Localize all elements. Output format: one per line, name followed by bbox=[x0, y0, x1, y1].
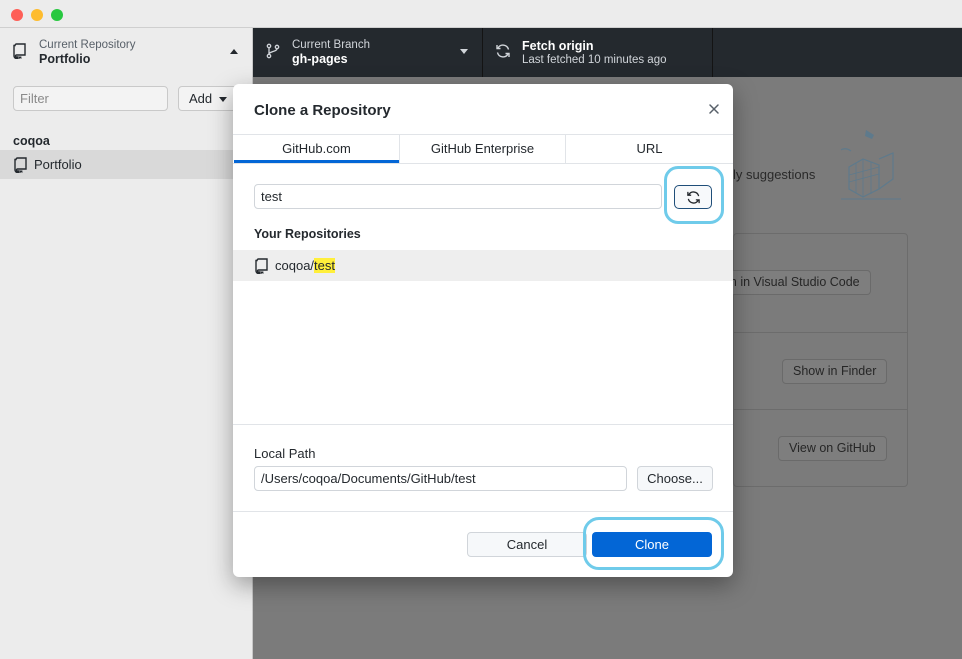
sidebar-item-portfolio[interactable]: Portfolio bbox=[0, 150, 252, 179]
zoom-window-button[interactable] bbox=[51, 9, 63, 21]
repository-full-name: coqoa/test bbox=[275, 258, 336, 273]
sidebar-item-label: Portfolio bbox=[34, 157, 82, 172]
dialog-title: Clone a Repository bbox=[254, 102, 391, 119]
chevron-up-icon bbox=[230, 49, 238, 54]
current-repository-name: Portfolio bbox=[39, 52, 91, 66]
current-branch-name: gh-pages bbox=[292, 52, 348, 66]
show-in-finder-button[interactable]: Show in Finder bbox=[782, 359, 888, 384]
add-button-label: Add bbox=[189, 91, 213, 106]
repository-name-match: test bbox=[314, 258, 336, 273]
repo-icon bbox=[14, 157, 27, 173]
current-branch-button[interactable]: Current Branch gh-pages bbox=[253, 28, 483, 77]
sidebar: Add coqoa Portfolio bbox=[0, 77, 253, 659]
your-repositories-heading: Your Repositories bbox=[254, 227, 361, 241]
card-divider bbox=[734, 332, 907, 333]
divider bbox=[233, 511, 733, 512]
cancel-button[interactable]: Cancel bbox=[467, 532, 587, 557]
clone-button[interactable]: Clone bbox=[592, 532, 712, 557]
refresh-icon bbox=[687, 191, 700, 204]
divider bbox=[233, 424, 733, 425]
sync-icon bbox=[496, 44, 510, 58]
chevron-down-icon bbox=[219, 97, 227, 102]
filter-input[interactable] bbox=[13, 86, 168, 111]
close-window-button[interactable] bbox=[11, 9, 23, 21]
repository-owner: coqoa/ bbox=[275, 258, 315, 273]
suggestions-illustration-icon bbox=[841, 130, 901, 200]
window-titlebar bbox=[0, 0, 962, 28]
fetch-origin-button[interactable]: Fetch origin Last fetched 10 minutes ago bbox=[483, 28, 713, 77]
tab-github-com[interactable]: GitHub.com bbox=[234, 135, 399, 163]
repo-icon bbox=[13, 43, 26, 59]
refresh-repositories-button[interactable] bbox=[674, 185, 712, 209]
local-path-label: Local Path bbox=[254, 446, 316, 461]
current-branch-caption: Current Branch bbox=[292, 39, 370, 51]
tab-url[interactable]: URL bbox=[566, 135, 733, 163]
chevron-down-icon bbox=[460, 49, 468, 54]
card-divider bbox=[734, 409, 907, 410]
add-button[interactable]: Add bbox=[178, 86, 238, 111]
clone-repository-dialog: Clone a Repository GitHub.com GitHub Ent… bbox=[233, 84, 733, 577]
dialog-tabs: GitHub.com GitHub Enterprise URL bbox=[233, 134, 733, 164]
fetch-origin-label: Fetch origin bbox=[522, 39, 594, 53]
list-item[interactable]: coqoa/test bbox=[233, 250, 733, 281]
current-repository-caption: Current Repository bbox=[39, 39, 136, 51]
repo-group-title: coqoa bbox=[13, 134, 50, 148]
open-in-editor-button[interactable]: pen in Visual Studio Code bbox=[716, 270, 871, 295]
last-fetched-text: Last fetched 10 minutes ago bbox=[522, 54, 667, 66]
toolbar: Current Repository Portfolio Current Bra… bbox=[0, 28, 962, 77]
view-on-github-button[interactable]: View on GitHub bbox=[778, 436, 887, 461]
suggestions-card: pen in Visual Studio Code Show in Finder… bbox=[716, 233, 908, 487]
close-icon[interactable] bbox=[707, 102, 721, 116]
current-repository-button[interactable]: Current Repository Portfolio bbox=[0, 28, 253, 77]
repo-icon bbox=[255, 258, 268, 274]
choose-button[interactable]: Choose... bbox=[637, 466, 713, 491]
tab-github-enterprise[interactable]: GitHub Enterprise bbox=[399, 135, 566, 163]
minimize-window-button[interactable] bbox=[31, 9, 43, 21]
suggestions-heading: ly suggestions bbox=[733, 167, 816, 182]
local-path-input[interactable] bbox=[254, 466, 627, 491]
repository-filter-input[interactable] bbox=[254, 184, 662, 209]
branch-icon bbox=[266, 43, 280, 59]
